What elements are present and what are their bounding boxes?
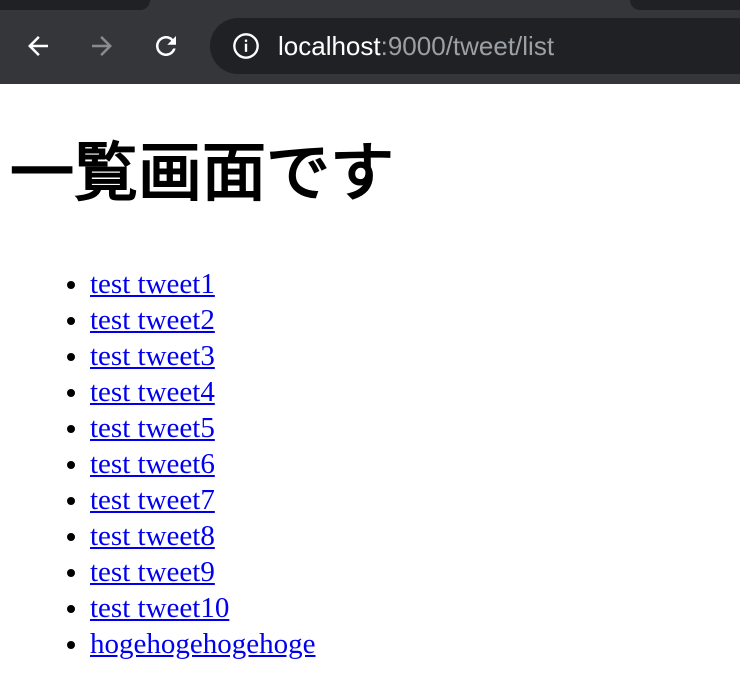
list-item: test tweet6 [90,446,316,482]
url-path: :9000/tweet/list [380,31,555,61]
forward-button[interactable] [82,26,122,66]
list-item: test tweet1 [90,266,316,302]
page-title: 一覧画面です [10,136,394,211]
tweet-link[interactable]: test tweet4 [90,376,215,408]
url-text[interactable]: localhost:9000/tweet/list [278,30,554,62]
tweet-link[interactable]: test tweet10 [90,592,229,624]
list-item: test tweet2 [90,302,316,338]
list-item: test tweet9 [90,554,316,590]
tweet-link[interactable]: test tweet8 [90,520,215,552]
tweet-link[interactable]: test tweet7 [90,484,215,516]
info-icon[interactable] [232,32,260,60]
browser-tab-right[interactable] [630,0,740,10]
tweet-link[interactable]: test tweet5 [90,412,215,444]
arrow-left-icon [28,36,48,56]
tweet-link[interactable]: hogehogehogehoge [90,628,316,660]
tweet-link[interactable]: test tweet9 [90,556,215,588]
list-item: test tweet3 [90,338,316,374]
arrow-right-icon [92,36,112,56]
list-item: test tweet4 [90,374,316,410]
list-item: test tweet10 [90,590,316,626]
reload-button[interactable] [146,26,186,66]
address-bar[interactable]: localhost:9000/tweet/list [210,18,740,74]
list-item: hogehogehogehoge [90,626,316,662]
tweet-link[interactable]: test tweet6 [90,448,215,480]
reload-icon [156,36,176,56]
list-item: test tweet7 [90,482,316,518]
tweet-link[interactable]: test tweet2 [90,304,215,336]
browser-toolbar: localhost:9000/tweet/list [0,0,740,84]
back-button[interactable] [18,26,58,66]
list-item: test tweet8 [90,518,316,554]
url-host: localhost [278,31,381,61]
browser-tab[interactable] [0,0,150,10]
tweet-link[interactable]: test tweet3 [90,340,215,372]
tweet-list: test tweet1 test tweet2 test tweet3 test… [0,266,316,662]
tweet-link[interactable]: test tweet1 [90,268,215,300]
list-item: test tweet5 [90,410,316,446]
